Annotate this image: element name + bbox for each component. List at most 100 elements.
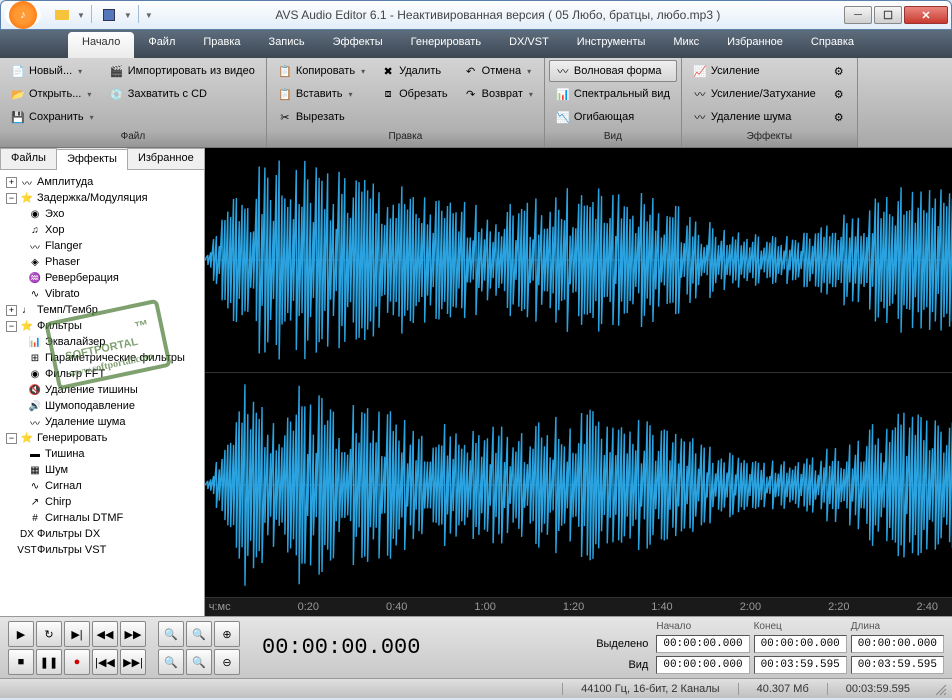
cut-button[interactable]: ✂Вырезать [271,106,372,128]
menu-эффекты[interactable]: Эффекты [319,30,397,58]
skip-fwd-button[interactable]: ▶▶| [120,649,146,675]
tree-item-Тишина[interactable]: ▬Тишина [2,446,202,462]
zoom-sel-button[interactable]: 🔍 [158,649,184,675]
skip-start-button[interactable]: |◀◀ [92,649,118,675]
tree-item-Шум[interactable]: ▦Шум [2,462,202,478]
video-button[interactable]: 🎬Импортировать из видео [103,60,262,82]
effects-tree[interactable]: SOFTPORTAL™ www.softportal.com +〰Амплиту… [0,170,204,616]
view-end[interactable]: 00:03:59.595 [754,656,847,674]
menu-избранное[interactable]: Избранное [713,30,797,58]
tree-item-Хор[interactable]: ♫Хор [2,222,202,238]
zoom-in-button[interactable]: 🔍 [158,621,184,647]
forward-button[interactable]: ▶▶ [120,621,146,647]
copy-button[interactable]: 📋Копировать [271,60,372,82]
tree-item-Фильтры[interactable]: −⭐Фильтры [2,318,202,334]
fx2-button[interactable]: ⚙ [825,83,853,105]
fx1-button[interactable]: ⚙ [825,60,853,82]
undo-button[interactable]: ↶Отмена [457,60,540,82]
qat-save-button[interactable] [98,5,120,25]
redo-button[interactable]: ↷Возврат [457,83,540,105]
timeline-ruler[interactable]: ч:мс0:200:401:001:201:402:002:202:403:00… [205,598,952,616]
tree-item-Сигналы DTMF[interactable]: #Сигналы DTMF [2,510,202,526]
fx3-button[interactable]: ⚙ [825,106,853,128]
tree-item-Фильтры VST[interactable]: VSTФильтры VST [2,542,202,558]
zoom-sel2-button[interactable]: 🔍 [186,649,212,675]
tree-item-Параметрические фильтры[interactable]: ⊞Параметрические фильтры [2,350,202,366]
chevron-down-icon[interactable]: ▼ [145,11,153,20]
tree-item-Фильтры DX[interactable]: DXФильтры DX [2,526,202,542]
tree-item-Vibrato[interactable]: ∿Vibrato [2,286,202,302]
waveform-channel-left[interactable] [205,148,952,373]
open-button[interactable]: 📂Открыть... [4,83,101,105]
side-tab-Избранное[interactable]: Избранное [127,148,205,169]
menu-правка[interactable]: Правка [189,30,254,58]
tree-toggle-icon[interactable]: − [6,321,17,332]
view-length[interactable]: 00:03:59.595 [851,656,944,674]
new-button[interactable]: 📄Новый... [4,60,101,82]
amplify-button[interactable]: 📈Усиление [686,60,823,82]
tree-item-Реверберация[interactable]: ♒Реверберация [2,270,202,286]
menu-генерировать[interactable]: Генерировать [397,30,495,58]
tree-item-Chirp[interactable]: ↗Chirp [2,494,202,510]
delete-button[interactable]: ✖Удалить [374,60,455,82]
chevron-down-icon[interactable]: ▼ [77,11,85,20]
tree-toggle-icon[interactable]: − [6,433,17,444]
cd-button[interactable]: 💿Захватить с CD [103,83,262,105]
spectral-button[interactable]: 📊Спектральный вид [549,83,677,105]
tree-item-Шумоподавление[interactable]: 🔊Шумоподавление [2,398,202,414]
maximize-button[interactable]: ☐ [874,6,902,24]
save-button[interactable]: 💾Сохранить [4,106,101,128]
zoom-full-button[interactable]: ⊕ [214,621,240,647]
menu-dx/vst[interactable]: DX/VST [495,30,563,58]
tree-item-Удаление шума[interactable]: 〰Удаление шума [2,414,202,430]
selected-start[interactable]: 00:00:00.000 [656,635,749,653]
tree-item-Удаление тишины[interactable]: 🔇Удаление тишины [2,382,202,398]
tree-item-Генерировать[interactable]: −⭐Генерировать [2,430,202,446]
record-button[interactable]: ● [64,649,90,675]
menu-микс[interactable]: Микс [659,30,713,58]
tree-toggle-icon[interactable]: + [6,305,17,316]
menu-инструменты[interactable]: Инструменты [563,30,660,58]
side-tab-Эффекты[interactable]: Эффекты [56,149,128,170]
noise-button[interactable]: 〰Удаление шума [686,106,823,128]
rewind-button[interactable]: ◀◀ [92,621,118,647]
envelope-button[interactable]: 📉Огибающая [549,106,677,128]
selected-end[interactable]: 00:00:00.000 [754,635,847,653]
view-start[interactable]: 00:00:00.000 [656,656,749,674]
play-button[interactable]: ▶ [8,621,34,647]
zoom-out-button[interactable]: 🔍 [186,621,212,647]
waveform-channel-right[interactable] [205,373,952,598]
tree-item-Flanger[interactable]: 〰Flanger [2,238,202,254]
menu-справка[interactable]: Справка [797,30,868,58]
zoom-fit-button[interactable]: ⊖ [214,649,240,675]
qat-open-button[interactable] [51,5,73,25]
tree-toggle-icon[interactable]: + [6,177,17,188]
tree-item-Амплитуда[interactable]: +〰Амплитуда [2,174,202,190]
menu-начало[interactable]: Начало [68,32,134,58]
selected-length[interactable]: 00:00:00.000 [851,635,944,653]
tree-item-Сигнал[interactable]: ∿Сигнал [2,478,202,494]
chevron-down-icon[interactable]: ▼ [124,11,132,20]
close-button[interactable]: ✕ [904,6,948,24]
resize-grip-icon[interactable] [932,681,948,697]
menu-файл[interactable]: Файл [134,30,189,58]
app-icon[interactable]: ♪ [5,2,41,28]
stop-button[interactable]: ■ [8,649,34,675]
tree-item-Phaser[interactable]: ◈Phaser [2,254,202,270]
pause-button[interactable]: ❚❚ [36,649,62,675]
minimize-button[interactable]: ─ [844,6,872,24]
tree-item-Темп/Тембр[interactable]: +♩Темп/Тембр [2,302,202,318]
crop-button[interactable]: ⧈Обрезать [374,83,455,105]
side-tab-Файлы[interactable]: Файлы [0,148,57,169]
waveform-button[interactable]: 〰Волновая форма [549,60,677,82]
tree-toggle-icon[interactable]: − [6,193,17,204]
skip-end-button[interactable]: ▶| [64,621,90,647]
tree-item-Эхо[interactable]: ◉Эхо [2,206,202,222]
fade-button[interactable]: 〰Усиление/Затухание [686,83,823,105]
loop-button[interactable]: ↻ [36,621,62,647]
paste-button[interactable]: 📋Вставить [271,83,372,105]
menu-запись[interactable]: Запись [255,30,319,58]
tree-item-Фильтр FFT[interactable]: ◉Фильтр FFT [2,366,202,382]
tree-item-Задержка/Модуляция[interactable]: −⭐Задержка/Модуляция [2,190,202,206]
tree-item-Эквалайзер[interactable]: 📊Эквалайзер [2,334,202,350]
